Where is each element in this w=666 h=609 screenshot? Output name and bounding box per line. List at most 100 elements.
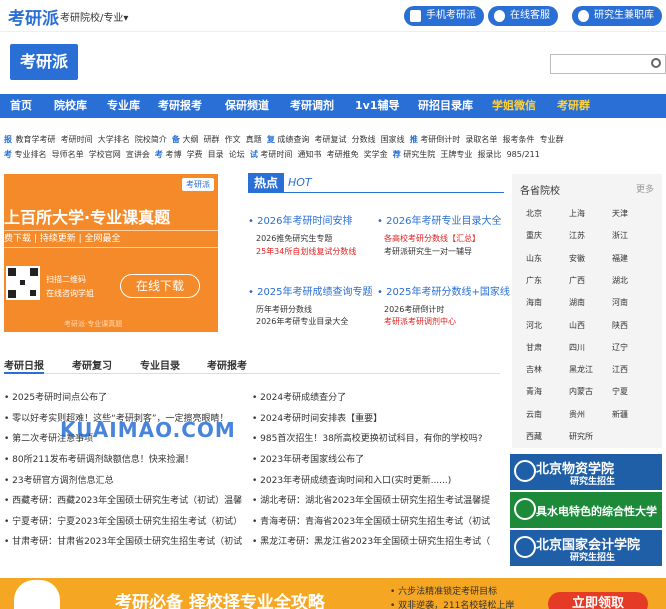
quick-link[interactable]: 国家线 — [381, 135, 405, 144]
province-link[interactable]: 安徽 — [569, 253, 585, 264]
quick-link[interactable]: 学校官网 — [89, 150, 121, 159]
quick-link[interactable]: 分数线 — [352, 135, 376, 144]
province-link[interactable]: 研究所 — [569, 431, 593, 442]
news-item[interactable]: • 80所211发布考研调剂缺额信息！快来捡漏！ — [4, 452, 244, 465]
news-item[interactable]: • 23考研官方调剂信息汇总 — [4, 473, 244, 486]
nav-school-library[interactable]: 院校库 — [54, 94, 87, 118]
nav-adjustment[interactable]: 考研调剂 — [290, 94, 334, 118]
online-download-button[interactable]: 在线下载 — [120, 274, 200, 298]
tab-review[interactable]: 考研复习 — [72, 357, 112, 372]
nav-recommend-channel[interactable]: 保研频道 — [225, 94, 269, 118]
hot-headline[interactable]: • 2025年考研分数线+国家线 — [377, 283, 510, 298]
province-link[interactable]: 上海 — [569, 208, 585, 219]
province-link[interactable]: 山东 — [526, 253, 542, 264]
quick-link[interactable]: 报录比 — [478, 150, 502, 159]
province-link[interactable]: 重庆 — [526, 230, 542, 241]
quick-link[interactable]: 学费 — [187, 150, 203, 159]
news-item[interactable]: • 2023年研考国家线公布了 — [252, 452, 492, 465]
quick-link[interactable]: 考研倒计时 — [420, 135, 460, 144]
news-item[interactable]: • 985首次招生！38所高校更换初试科目，有你的学校吗? — [252, 431, 492, 444]
mobile-site-button[interactable]: 手机考研派 — [404, 6, 484, 26]
quick-link[interactable]: 王牌专业 — [440, 150, 472, 159]
nav-senior-wechat[interactable]: 学姐微信 — [492, 94, 536, 118]
news-item[interactable]: • 2025考研时间点公布了 — [4, 390, 244, 403]
hot-link[interactable]: 考研派考研调剂中心 — [384, 316, 456, 327]
province-link[interactable]: 吉林 — [526, 364, 542, 375]
quick-link[interactable]: 考研复试 — [314, 135, 346, 144]
hot-link[interactable]: 25年34所自划线复试分数线 — [256, 246, 356, 257]
nav-exam-group[interactable]: 考研群 — [557, 94, 590, 118]
quick-link[interactable]: 真题 — [246, 135, 262, 144]
ad-beijing-wuzi[interactable]: 北京物资学院 研究生招生 — [510, 454, 662, 490]
quick-link[interactable]: 985/211 — [507, 150, 540, 159]
province-link[interactable]: 青海 — [526, 386, 542, 397]
school-major-selector[interactable]: 考研院校/专业▾ — [60, 9, 128, 24]
province-link[interactable]: 山西 — [569, 320, 585, 331]
nav-major-library[interactable]: 专业库 — [107, 94, 140, 118]
hot-link[interactable]: 各高校考研分数线【汇总】 — [384, 233, 480, 244]
nav-tutoring[interactable]: 1v1辅导 — [355, 94, 399, 118]
province-link[interactable]: 西藏 — [526, 431, 542, 442]
quick-link[interactable]: 研群 — [204, 135, 220, 144]
quick-link[interactable]: 录取名单 — [465, 135, 497, 144]
tab-daily[interactable]: 考研日报 — [4, 357, 44, 372]
quick-link[interactable]: 大学排名 — [98, 135, 130, 144]
nav-exam-apply[interactable]: 考研报考 — [158, 94, 202, 118]
quick-link[interactable]: 大纲 — [182, 135, 198, 144]
online-service-button[interactable]: 在线客服 — [488, 6, 558, 26]
news-item[interactable]: • 甘肃考研：甘肃省2023年全国硕士研究生招生考试（初试 — [4, 534, 244, 547]
hot-link[interactable]: 历年考研分数线 — [256, 304, 312, 315]
news-item[interactable]: • 2024考研成绩查分了 — [252, 390, 492, 403]
province-link[interactable]: 广西 — [569, 275, 585, 286]
quick-link[interactable]: 考研时间 — [61, 135, 93, 144]
news-item[interactable]: • 宁夏考研：宁夏2023年全国硕士研究生招生考试（初试） — [4, 514, 244, 527]
province-link[interactable]: 江苏 — [569, 230, 585, 241]
quick-link[interactable]: 专业排名 — [15, 150, 47, 159]
quick-link[interactable]: 院校简介 — [135, 135, 167, 144]
quick-link[interactable]: 论坛 — [229, 150, 245, 159]
province-more-link[interactable]: 更多 — [636, 182, 654, 195]
province-link[interactable]: 福建 — [612, 253, 628, 264]
quick-link[interactable]: 考研时间 — [260, 150, 292, 159]
quick-link[interactable]: 宣讲会 — [126, 150, 150, 159]
province-link[interactable]: 湖北 — [612, 275, 628, 286]
province-link[interactable]: 宁夏 — [612, 386, 628, 397]
quick-link[interactable]: 成绩查询 — [277, 135, 309, 144]
province-link[interactable]: 广东 — [526, 275, 542, 286]
tab-apply[interactable]: 考研报考 — [207, 357, 247, 372]
province-link[interactable]: 陕西 — [612, 320, 628, 331]
top-logo[interactable]: 考研派 — [8, 4, 59, 29]
nav-catalog-library[interactable]: 研招目录库 — [418, 94, 473, 118]
news-item[interactable]: • 2023年考研成绩查询时间和入口(实时更新......) — [252, 473, 492, 486]
hot-link[interactable]: 考研派研究生一对一辅导 — [384, 246, 472, 257]
bottom-promo-banner[interactable]: 考研必备 择校择专业全攻略 • 六步法精准锁定考研目标 • 双非逆袭，211名校… — [0, 578, 666, 609]
province-link[interactable]: 浙江 — [612, 230, 628, 241]
tab-catalog[interactable]: 专业目录 — [140, 357, 180, 372]
exam-papers-banner[interactable]: 考研派 上百所大学·专业课真题 费下载 | 持续更新 | 全网最全 扫描二维码 … — [4, 174, 218, 332]
hot-headline[interactable]: • 2026年考研时间安排 — [248, 212, 353, 227]
province-link[interactable]: 辽宁 — [612, 342, 628, 353]
province-link[interactable]: 四川 — [569, 342, 585, 353]
province-link[interactable]: 贵州 — [569, 409, 585, 420]
hot-link[interactable]: 2026年考研专业目录大全 — [256, 316, 348, 327]
province-link[interactable]: 河北 — [526, 320, 542, 331]
province-link[interactable]: 海南 — [526, 297, 542, 308]
news-item[interactable]: • 西藏考研：西藏2023年全国硕士研究生考试（初试）温馨 — [4, 493, 244, 506]
hot-link[interactable]: 2026推免研究生专题 — [256, 233, 332, 244]
province-link[interactable]: 内蒙古 — [569, 386, 593, 397]
search-input[interactable] — [550, 54, 666, 74]
quick-link[interactable]: 报考条件 — [503, 135, 535, 144]
quick-link[interactable]: 导师名单 — [52, 150, 84, 159]
quick-link[interactable]: 目录 — [208, 150, 224, 159]
quick-link[interactable]: 研究生院 — [403, 150, 435, 159]
news-item[interactable]: • 黑龙江考研：黑龙江省2023年全国硕士研究生招生考试（ — [252, 534, 492, 547]
quick-link[interactable]: 教育学考研 — [16, 135, 56, 144]
hot-headline[interactable]: • 2025年考研成绩查询专题 — [248, 283, 373, 298]
hot-headline[interactable]: • 2026年考研专业目录大全 — [377, 212, 502, 227]
part-time-job-button[interactable]: 研究生兼职库 — [572, 6, 662, 26]
province-link[interactable]: 江西 — [612, 364, 628, 375]
quick-link[interactable]: 考博 — [165, 150, 181, 159]
province-link[interactable]: 甘肃 — [526, 342, 542, 353]
province-link[interactable]: 北京 — [526, 208, 542, 219]
province-link[interactable]: 河南 — [612, 297, 628, 308]
